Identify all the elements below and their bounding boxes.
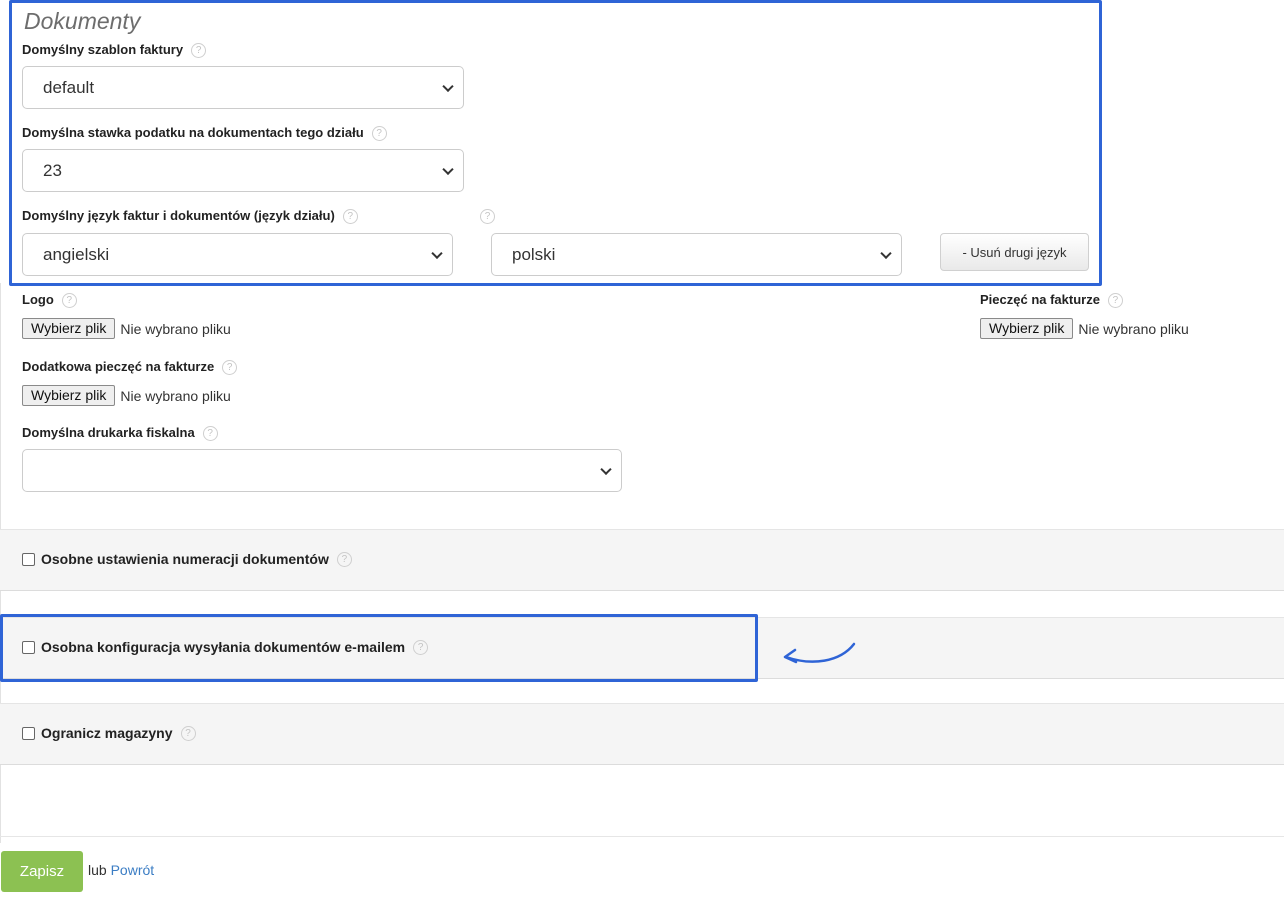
tax-rate-label-text: Domyślna stawka podatku na dokumentach t…	[22, 125, 364, 140]
section-title: Dokumenty	[24, 8, 141, 34]
help-icon[interactable]: ?	[336, 551, 352, 567]
help-icon[interactable]: ?	[222, 360, 238, 376]
warehouses-panel: Ogranicz magazyny?	[0, 703, 1284, 765]
logo-file-input: Wybierz plik Nie wybrano pliku	[22, 318, 231, 339]
numbering-label: Osobne ustawienia numeracji dokumentów	[41, 551, 329, 567]
help-icon[interactable]: ?	[413, 639, 429, 655]
logo-label-text: Logo	[22, 292, 54, 307]
extra-stamp-file-status: Nie wybrano pliku	[120, 387, 231, 404]
invoice-template-label-text: Domyślny szablon faktury	[22, 42, 184, 57]
back-link[interactable]: Powrót	[111, 862, 155, 878]
email-config-checkbox-row[interactable]: Osobna konfiguracja wysyłania dokumentów…	[22, 639, 429, 655]
invoice-template-label: Domyślny szablon faktury?	[22, 42, 207, 59]
secondary-language-value: polski	[512, 244, 556, 264]
logo-choose-file-button[interactable]: Wybierz plik	[22, 318, 116, 339]
tax-rate-label: Domyślna stawka podatku na dokumentach t…	[22, 125, 387, 142]
language-label: Domyślny język faktur i dokumentów (języ…	[22, 208, 358, 225]
secondary-language-select[interactable]: polski	[491, 233, 902, 276]
fiscal-printer-label-text: Domyślna drukarka fiskalna	[22, 425, 195, 440]
primary-language-select[interactable]: angielski	[22, 233, 453, 276]
save-button[interactable]: Zapisz	[1, 851, 83, 892]
primary-language-value: angielski	[43, 244, 110, 264]
footer-divider	[0, 836, 1284, 837]
invoice-template-select[interactable]: default	[22, 66, 464, 109]
chevron-down-icon	[442, 163, 454, 175]
warehouses-label: Ogranicz magazyny	[41, 725, 173, 741]
help-icon[interactable]: ?	[180, 725, 196, 741]
language-label-text: Domyślny język faktur i dokumentów (języ…	[22, 208, 335, 223]
numbering-checkbox[interactable]	[22, 552, 35, 566]
help-icon[interactable]: ?	[480, 209, 495, 224]
invoice-stamp-choose-file-button[interactable]: Wybierz plik	[980, 318, 1074, 339]
help-icon[interactable]: ?	[202, 426, 218, 442]
extra-stamp-label-text: Dodatkowa pieczęć na fakturze	[22, 359, 215, 374]
footer-actions: lub Powrót	[88, 862, 154, 878]
numbering-panel: Osobne ustawienia numeracji dokumentów?	[0, 529, 1284, 591]
chevron-down-icon	[431, 247, 443, 259]
warehouses-checkbox[interactable]	[22, 726, 35, 740]
invoice-stamp-label-text: Pieczęć na fakturze	[980, 292, 1100, 307]
logo-file-status: Nie wybrano pliku	[120, 320, 231, 337]
fiscal-printer-select[interactable]	[22, 449, 622, 492]
numbering-checkbox-row[interactable]: Osobne ustawienia numeracji dokumentów?	[22, 551, 352, 567]
help-icon[interactable]: ?	[191, 43, 207, 59]
footer-or-text: lub	[88, 862, 107, 878]
email-config-panel: Osobna konfiguracja wysyłania dokumentów…	[0, 617, 1284, 679]
help-icon[interactable]: ?	[61, 293, 77, 309]
fiscal-printer-label: Domyślna drukarka fiskalna?	[22, 425, 218, 442]
help-icon[interactable]: ?	[371, 126, 387, 142]
invoice-stamp-label: Pieczęć na fakturze?	[980, 292, 1123, 309]
chevron-down-icon	[880, 247, 892, 259]
extra-stamp-label: Dodatkowa pieczęć na fakturze?	[22, 359, 238, 376]
invoice-stamp-file-status: Nie wybrano pliku	[1078, 320, 1189, 337]
remove-second-language-button[interactable]: - Usuń drugi język	[940, 233, 1089, 271]
help-icon[interactable]: ?	[1107, 293, 1123, 309]
email-config-label: Osobna konfiguracja wysyłania dokumentów…	[41, 639, 406, 655]
tax-rate-value: 23	[43, 160, 62, 180]
extra-stamp-choose-file-button[interactable]: Wybierz plik	[22, 385, 116, 406]
invoice-template-value: default	[43, 77, 95, 97]
chevron-down-icon	[442, 80, 454, 92]
logo-label: Logo?	[22, 292, 77, 309]
email-config-checkbox[interactable]	[22, 640, 35, 654]
chevron-down-icon	[600, 463, 612, 475]
extra-stamp-file-input: Wybierz plik Nie wybrano pliku	[22, 385, 231, 406]
invoice-stamp-file-input: Wybierz plik Nie wybrano pliku	[980, 318, 1189, 339]
curved-arrow-icon	[783, 642, 856, 664]
warehouses-checkbox-row[interactable]: Ogranicz magazyny?	[22, 725, 196, 741]
tax-rate-select[interactable]: 23	[22, 149, 464, 192]
help-icon[interactable]: ?	[342, 209, 358, 225]
